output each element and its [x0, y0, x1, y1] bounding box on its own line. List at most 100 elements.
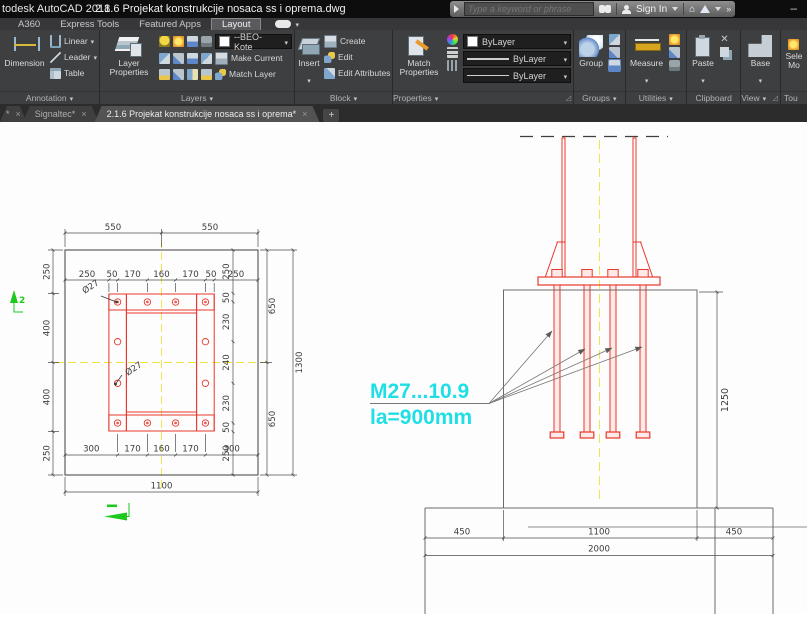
match-layer-button[interactable]: Match Layer: [215, 67, 276, 81]
dimension-lines[interactable]: [425, 292, 773, 556]
svg-text:230: 230: [222, 395, 232, 411]
user-icon: [622, 5, 631, 14]
layer-on-off-icon[interactable]: [159, 36, 170, 47]
layer-match-icon[interactable]: [159, 53, 170, 64]
linear-dimension-icon: [50, 35, 61, 48]
layer-lock-icon[interactable]: [201, 36, 212, 47]
match-properties-button[interactable]: Match Properties: [395, 32, 443, 91]
section-marker-bottom[interactable]: [104, 503, 129, 521]
point-style-icon[interactable]: [669, 47, 680, 58]
close-tab-icon[interactable]: ×: [16, 109, 21, 119]
panel-layers: Layer Properties --BEO-Kote: [100, 30, 295, 104]
layer-properties-button[interactable]: Layer Properties: [102, 32, 156, 91]
exchange-caret-icon[interactable]: [715, 7, 721, 11]
layer-combo[interactable]: --BEO-Kote: [215, 34, 292, 49]
quick-calc-icon[interactable]: [669, 60, 680, 71]
app-store-cart-icon[interactable]: ⌂: [689, 4, 695, 15]
tab-featured-apps[interactable]: Featured Apps: [129, 18, 211, 30]
create-block-button[interactable]: Create: [324, 34, 392, 48]
cut-icon[interactable]: ✕: [720, 34, 728, 45]
linetype-combo[interactable]: ByLayer: [463, 68, 571, 83]
layer-freeze2-icon[interactable]: [173, 69, 184, 80]
table-button[interactable]: Table: [50, 66, 97, 80]
tab-a360[interactable]: A360: [8, 18, 50, 30]
linetype-icon[interactable]: [447, 60, 458, 71]
dialog-launcher-icon[interactable]: ◿: [566, 94, 571, 102]
svg-text:550: 550: [202, 223, 218, 233]
autodesk-exchange-icon[interactable]: [700, 5, 710, 13]
svg-text:550: 550: [105, 223, 121, 233]
panel-properties-title[interactable]: Properties ◿: [393, 91, 573, 104]
base-button[interactable]: Base: [743, 32, 777, 91]
section-marker-left[interactable]: 2: [10, 290, 25, 312]
lineweight-combo[interactable]: ByLayer: [463, 51, 571, 66]
make-current-button[interactable]: Make Current: [215, 51, 283, 65]
group-selection-toggle-icon[interactable]: [609, 60, 620, 71]
layer-freeze-icon[interactable]: [187, 36, 198, 47]
paste-icon: [693, 35, 713, 57]
sign-in-button[interactable]: Sign In: [636, 4, 667, 15]
dropdown-caret-icon: [645, 70, 649, 88]
tab-layout[interactable]: Layout: [211, 18, 262, 31]
dialog-launcher-icon[interactable]: ◿: [773, 94, 778, 102]
panel-view-title[interactable]: View ◿: [741, 91, 780, 104]
workspace-caret-icon[interactable]: [295, 19, 299, 30]
copy-icon[interactable]: [720, 47, 729, 57]
sign-in-caret-icon[interactable]: [672, 7, 678, 11]
panel-block-title[interactable]: Block: [295, 91, 392, 104]
edit-attributes-button[interactable]: Edit Attributes: [324, 66, 392, 80]
ribbon: Dimension Linear Leader Table: [0, 30, 807, 104]
panel-clipboard-title: Clipboard: [687, 91, 740, 104]
leader-button[interactable]: Leader: [50, 50, 97, 64]
layer-isolate-icon[interactable]: [187, 53, 198, 64]
selection-mode-button[interactable]: Sele Mo: [783, 32, 805, 91]
panel-groups-title[interactable]: Groups: [574, 91, 624, 104]
layer-prev-icon[interactable]: [173, 53, 184, 64]
group-button[interactable]: Group: [576, 32, 606, 91]
layer-off-icon[interactable]: [159, 69, 170, 80]
svg-text:160: 160: [153, 270, 169, 280]
lineweight-icon[interactable]: [447, 47, 458, 58]
panel-expand-icon: [435, 93, 439, 103]
steel-column[interactable]: [538, 138, 660, 285]
tab-express-tools[interactable]: Express Tools: [50, 18, 129, 30]
search-input[interactable]: [464, 2, 594, 16]
dimension-button[interactable]: Dimension: [2, 32, 47, 91]
panel-utilities-title[interactable]: Utilities: [626, 91, 686, 104]
drawing-canvas[interactable]: Ø27 Ø27 550 550 250 50 170 160: [0, 122, 807, 614]
close-tab-icon[interactable]: ×: [302, 109, 307, 119]
workspace-icon[interactable]: [275, 20, 291, 28]
toolbar-overflow-button[interactable]: »: [726, 4, 731, 14]
layer-lock2-icon[interactable]: [187, 69, 198, 80]
search-binoculars-icon[interactable]: [599, 5, 611, 13]
insert-button[interactable]: Insert: [297, 32, 321, 91]
paste-button[interactable]: Paste: [689, 32, 717, 91]
edit-block-button[interactable]: Edit: [324, 50, 392, 64]
ribbon-tab-bar: A360 Express Tools Featured Apps Layout: [0, 18, 807, 30]
layer-merge-icon[interactable]: [201, 69, 212, 80]
object-color-combo[interactable]: ByLayer: [463, 34, 571, 49]
table-icon: [50, 68, 61, 79]
svg-text:1100: 1100: [151, 482, 173, 492]
linear-button[interactable]: Linear: [50, 34, 97, 48]
search-expand-icon[interactable]: [454, 5, 459, 13]
new-drawing-tab-button[interactable]: +: [323, 109, 339, 122]
panel-annotation-title[interactable]: Annotation: [0, 91, 99, 104]
file-tab-partial[interactable]: * ×: [0, 106, 27, 122]
ungroup-icon[interactable]: [609, 34, 620, 45]
measure-button[interactable]: Measure: [628, 32, 666, 91]
panel-view: Base View ◿: [741, 30, 781, 104]
id-point-icon[interactable]: [669, 34, 680, 45]
group-edit-icon[interactable]: [609, 47, 620, 58]
layer-thaw-icon[interactable]: [173, 36, 184, 47]
layer-unisolate-icon[interactable]: [201, 53, 212, 64]
file-tab-signaltec[interactable]: Signaltec* ×: [23, 106, 99, 122]
color-wheel-icon[interactable]: [447, 34, 458, 45]
left-view-plan[interactable]: Ø27 Ø27 550 550 250 50 170 160: [10, 223, 305, 521]
file-tab-projekat[interactable]: 2.1.6 Projekat konstrukcije nosaca ss i …: [95, 106, 320, 122]
right-view-elevation[interactable]: M27...10.9 la=900mm 1250 450 1100 450 20…: [370, 137, 807, 615]
infocenter-toolbar: Sign In ⌂ »: [450, 1, 735, 17]
panel-layers-title[interactable]: Layers: [100, 91, 294, 104]
close-tab-icon[interactable]: ×: [81, 109, 86, 119]
minimize-button[interactable]: –: [790, 1, 797, 15]
